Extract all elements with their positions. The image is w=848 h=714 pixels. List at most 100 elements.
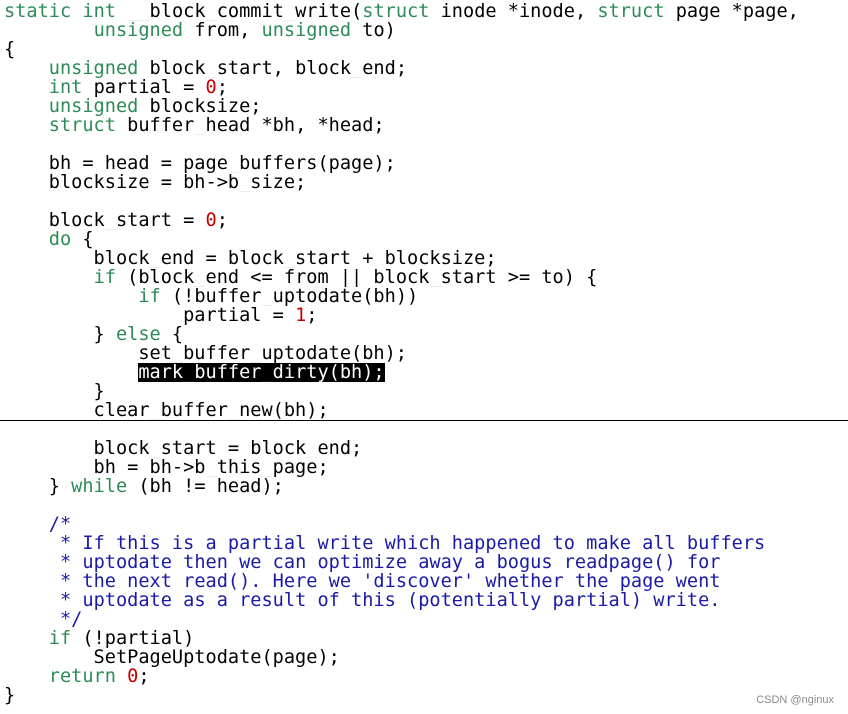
code-line[interactable]: return 0;: [4, 667, 844, 686]
keyword-token: if: [138, 287, 161, 306]
code-line[interactable]: [4, 420, 844, 439]
code-text: page *page,: [664, 2, 799, 21]
code-text: }: [4, 325, 116, 344]
code-line[interactable]: /*: [4, 515, 844, 534]
keyword-token: unsigned: [48, 59, 139, 78]
keyword-token: int: [82, 2, 116, 21]
code-text: (!buffer_uptodate(bh)): [160, 287, 419, 306]
code-line[interactable]: [4, 496, 844, 515]
code-text: {: [4, 40, 16, 59]
code-text: block_start =: [4, 211, 206, 230]
code-line[interactable]: if (block_end <= from || block_start >= …: [4, 268, 844, 287]
code-line[interactable]: clear_buffer_new(bh);: [4, 401, 844, 420]
code-line[interactable]: bh = head = page_buffers(page);: [4, 154, 844, 173]
window-split-divider[interactable]: [0, 420, 848, 421]
code-text: }: [4, 382, 105, 401]
code-text: {: [160, 325, 184, 344]
keyword-token: unsigned: [93, 21, 184, 40]
code-line[interactable]: unsigned from, unsigned to): [4, 21, 844, 40]
keyword-token: struct: [597, 2, 665, 21]
code-text: ;: [216, 78, 228, 97]
code-line[interactable]: unsigned blocksize;: [4, 97, 844, 116]
code-line[interactable]: } while (bh != head);: [4, 477, 844, 496]
code-line[interactable]: int partial = 0;: [4, 78, 844, 97]
code-line[interactable]: static int __block_commit_write(struct i…: [4, 2, 844, 21]
code-text: (block_end <= from || block_start >= to)…: [115, 268, 598, 287]
number-literal: 0: [205, 211, 217, 230]
code-text: (!partial): [71, 629, 195, 648]
code-text: block_start = block_end;: [4, 439, 363, 458]
code-line[interactable]: * the next read(). Here we 'discover' wh…: [4, 572, 844, 591]
code-line[interactable]: mark_buffer_dirty(bh);: [4, 363, 844, 382]
number-literal: 0: [205, 78, 217, 97]
keyword-token: unsigned: [261, 21, 352, 40]
code-line[interactable]: {: [4, 40, 844, 59]
comment-token: * the next read(). Here we 'discover' wh…: [59, 572, 721, 591]
code-text: {: [71, 230, 94, 249]
keyword-token: if: [48, 629, 72, 648]
code-text: from,: [183, 21, 262, 40]
number-literal: 1: [295, 306, 307, 325]
code-text: partial =: [82, 78, 206, 97]
code-line[interactable]: if (!buffer_uptodate(bh)): [4, 287, 844, 306]
code-text: inode *inode,: [429, 2, 598, 21]
comment-token: */: [59, 610, 83, 629]
code-line[interactable]: if (!partial): [4, 629, 844, 648]
watermark: CSDN @nginux: [756, 694, 834, 706]
code-line[interactable]: block_start = 0;: [4, 211, 844, 230]
code-line[interactable]: } else {: [4, 325, 844, 344]
code-line[interactable]: * uptodate then we can optimize away a b…: [4, 553, 844, 572]
comment-token: * If this is a partial write which happe…: [59, 534, 766, 553]
code-text: }: [4, 686, 16, 705]
code-line[interactable]: bh = bh->b_this_page;: [4, 458, 844, 477]
code-line[interactable]: * If this is a partial write which happe…: [4, 534, 844, 553]
code-line[interactable]: struct buffer_head *bh, *head;: [4, 116, 844, 135]
code-line[interactable]: block_end = block_start + blocksize;: [4, 249, 844, 268]
code-text: bh = bh->b_this_page;: [4, 458, 329, 477]
comment-token: /*: [48, 515, 72, 534]
code-editor[interactable]: static int __block_commit_write(struct i…: [4, 2, 844, 705]
code-text: block_start, block_end;: [138, 59, 408, 78]
code-line[interactable]: do {: [4, 230, 844, 249]
code-text: ;: [216, 211, 228, 230]
code-line[interactable]: [4, 192, 844, 211]
keyword-token: struct: [362, 2, 430, 21]
code-line[interactable]: set_buffer_uptodate(bh);: [4, 344, 844, 363]
code-line[interactable]: }: [4, 382, 844, 401]
code-line[interactable]: }: [4, 686, 844, 705]
code-text: partial =: [4, 306, 296, 325]
number-literal: 0: [127, 667, 139, 686]
code-line[interactable]: unsigned block_start, block_end;: [4, 59, 844, 78]
code-line[interactable]: partial = 1;: [4, 306, 844, 325]
keyword-token: while: [71, 477, 128, 496]
keyword-token: static: [4, 2, 72, 21]
code-line[interactable]: blocksize = bh->b_size;: [4, 173, 844, 192]
code-line[interactable]: */: [4, 610, 844, 629]
code-line[interactable]: * uptodate as a result of this (potentia…: [4, 591, 844, 610]
code-line[interactable]: block_start = block_end;: [4, 439, 844, 458]
code-line[interactable]: SetPageUptodate(page);: [4, 648, 844, 667]
keyword-token: return: [48, 667, 116, 686]
code-line[interactable]: [4, 135, 844, 154]
code-text: bh = head = page_buffers(page);: [4, 154, 396, 173]
code-text: SetPageUptodate(page);: [4, 648, 340, 667]
keyword-token: do: [48, 230, 72, 249]
code-text: block_end = block_start + blocksize;: [4, 249, 497, 268]
code-text: set_buffer_uptodate(bh);: [4, 344, 407, 363]
selected-text[interactable]: mark_buffer_dirty(bh);: [138, 363, 385, 382]
